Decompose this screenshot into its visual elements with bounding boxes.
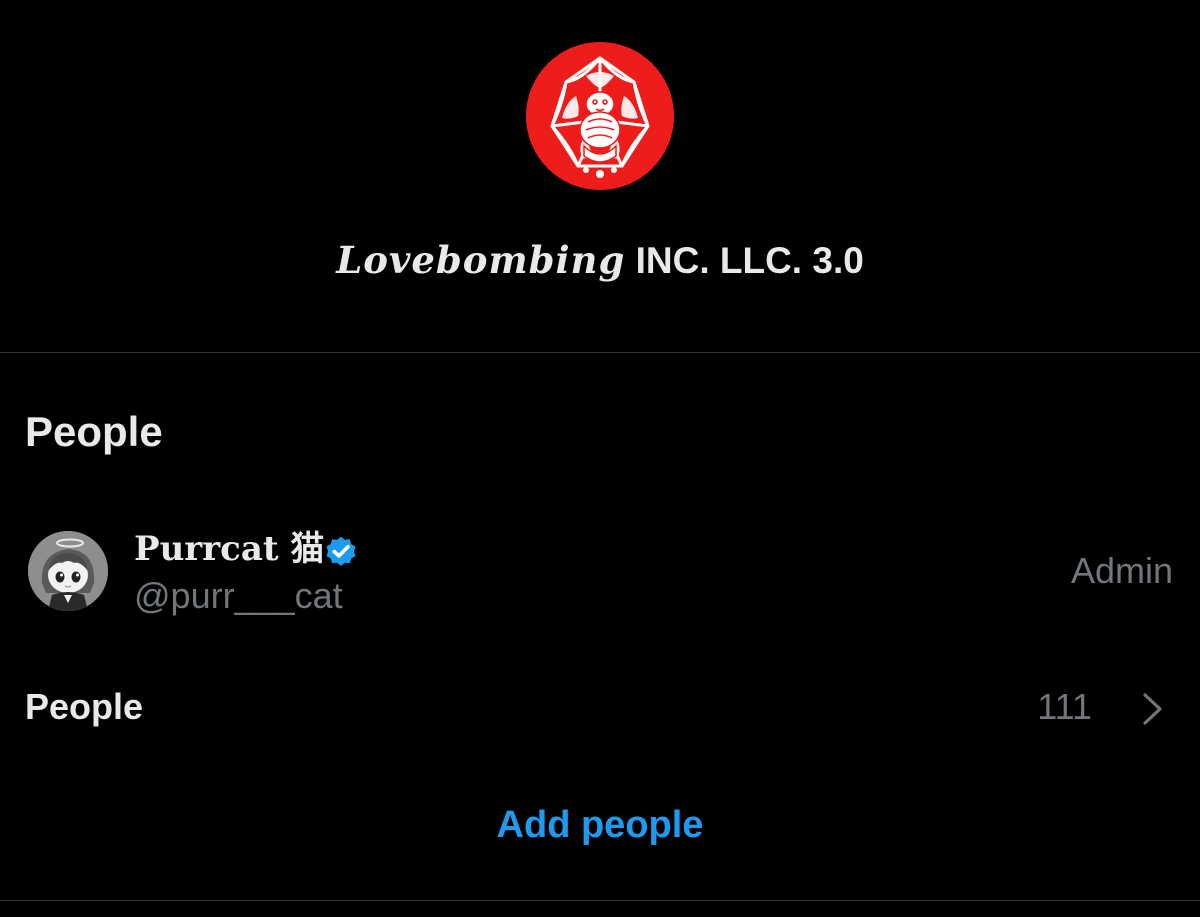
divider [0, 900, 1200, 901]
member-row[interactable]: Purrcat 猫 @purr___cat Admin [0, 520, 1200, 620]
chevron-right-icon [1143, 693, 1162, 725]
people-count-row[interactable]: People 111 [0, 680, 1200, 736]
divider [0, 352, 1200, 353]
group-title-suffix: INC. LLC. 3.0 [635, 240, 864, 281]
member-display-name[interactable]: Purrcat 猫 [134, 527, 324, 571]
anime-character-avatar [28, 531, 108, 611]
people-count: 111 [1037, 686, 1092, 727]
add-people-button[interactable]: Add people [0, 800, 1200, 850]
member-handle: @purr___cat [134, 575, 343, 616]
group-title-stylized: Lovebombing [336, 238, 626, 282]
group-title: Lovebombing INC. LLC. 3.0 [0, 236, 1200, 285]
verified-badge-icon [326, 536, 356, 566]
group-avatar[interactable] [526, 42, 674, 190]
people-row-label: People [25, 686, 144, 727]
group-crest-icon [526, 42, 674, 190]
member-role-badge: Admin [1070, 550, 1173, 591]
avatar[interactable] [28, 531, 108, 611]
people-section-heading: People [25, 408, 163, 455]
group-info-screen: Lovebombing INC. LLC. 3.0 People Purrcat… [0, 0, 1200, 917]
